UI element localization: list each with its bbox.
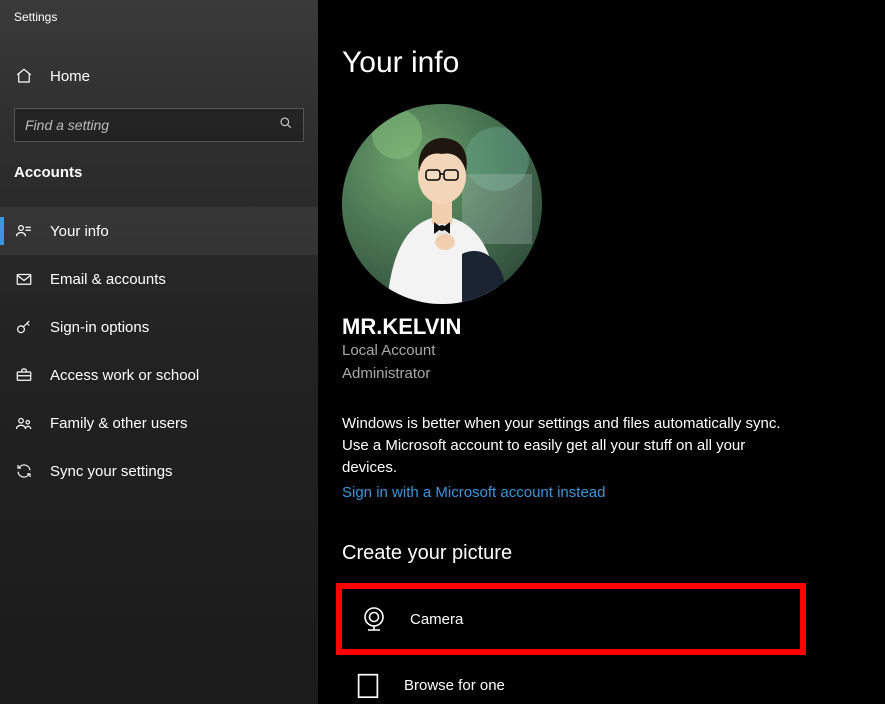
camera-icon bbox=[356, 601, 392, 637]
home-icon bbox=[14, 67, 34, 85]
search-input[interactable] bbox=[25, 117, 271, 133]
home-label: Home bbox=[50, 68, 90, 85]
sidebar-item-family-other-users[interactable]: Family & other users bbox=[0, 399, 318, 447]
main-content: Your info bbox=[318, 0, 885, 704]
window-title: Settings bbox=[0, 0, 318, 40]
person-card-icon bbox=[14, 222, 34, 240]
envelope-icon bbox=[14, 270, 34, 288]
account-role: Administrator bbox=[342, 363, 885, 386]
sync-icon bbox=[14, 462, 34, 480]
account-username: MR.KELVIN bbox=[342, 314, 885, 340]
nav-list: Your info Email & accounts Sign-in optio… bbox=[0, 207, 318, 495]
key-icon bbox=[14, 318, 34, 336]
camera-option[interactable]: Camera bbox=[348, 589, 800, 649]
create-picture-heading: Create your picture bbox=[342, 542, 885, 565]
briefcase-icon bbox=[14, 366, 34, 384]
sync-description: Windows is better when your settings and… bbox=[342, 413, 782, 478]
page-title: Your info bbox=[342, 46, 885, 80]
search-wrap bbox=[0, 100, 318, 142]
sidebar: Settings Home Accounts Your info Email &… bbox=[0, 0, 318, 704]
sidebar-item-sync-settings[interactable]: Sync your settings bbox=[0, 447, 318, 495]
sidebar-item-email-accounts[interactable]: Email & accounts bbox=[0, 255, 318, 303]
camera-label: Camera bbox=[410, 611, 463, 628]
browse-label: Browse for one bbox=[404, 677, 505, 694]
sidebar-item-label: Family & other users bbox=[50, 415, 188, 432]
people-icon bbox=[14, 414, 34, 432]
section-title: Accounts bbox=[0, 142, 318, 191]
avatar-image bbox=[342, 104, 542, 304]
sign-in-microsoft-link[interactable]: Sign in with a Microsoft account instead bbox=[342, 484, 605, 501]
home-nav[interactable]: Home bbox=[0, 52, 318, 100]
avatar bbox=[342, 104, 542, 304]
sidebar-item-label: Sync your settings bbox=[50, 463, 173, 480]
sidebar-item-label: Access work or school bbox=[50, 367, 199, 384]
account-type: Local Account bbox=[342, 340, 885, 363]
sidebar-item-sign-in-options[interactable]: Sign-in options bbox=[0, 303, 318, 351]
sidebar-item-label: Your info bbox=[50, 223, 109, 240]
sidebar-item-label: Email & accounts bbox=[50, 271, 166, 288]
search-box[interactable] bbox=[14, 108, 304, 142]
sidebar-item-label: Sign-in options bbox=[50, 319, 149, 336]
highlight-annotation: Camera bbox=[336, 583, 806, 655]
search-icon bbox=[279, 116, 293, 135]
browse-option[interactable]: Browse for one bbox=[342, 655, 885, 704]
browse-icon bbox=[350, 667, 386, 703]
sidebar-item-access-work-school[interactable]: Access work or school bbox=[0, 351, 318, 399]
sidebar-item-your-info[interactable]: Your info bbox=[0, 207, 318, 255]
